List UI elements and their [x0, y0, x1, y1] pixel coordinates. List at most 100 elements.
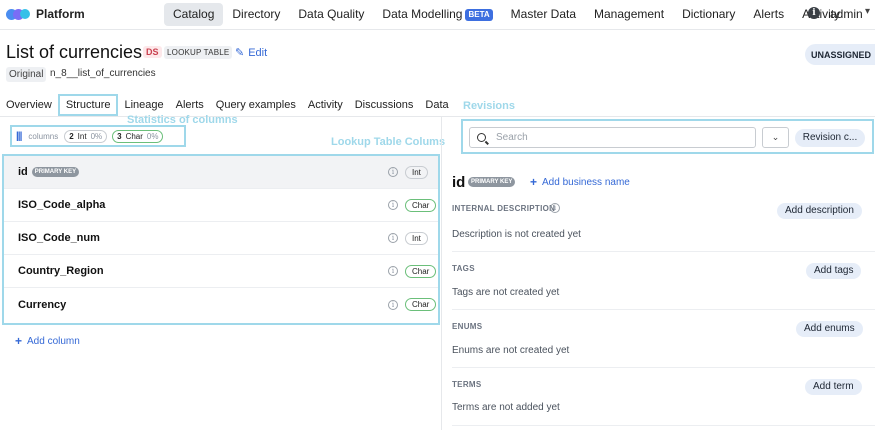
chevron-down-icon: ⌄ [771, 132, 780, 142]
search-icon [477, 133, 486, 142]
add-enums-button[interactable]: Add enums [796, 321, 863, 337]
add-tags-button[interactable]: Add tags [806, 263, 862, 279]
stat-int-count: 2 [69, 131, 74, 141]
column-row-iso-code-alpha[interactable]: ISO_Code_alpha i Char [4, 189, 438, 222]
entity-type-badge: LOOKUP TABLE [164, 46, 233, 59]
main-nav: Catalog Directory Data Quality Data Mode… [164, 2, 849, 26]
annotation-lookup-columns: Lookup Table Colums [331, 136, 446, 148]
chevron-down-icon[interactable]: ▾ [865, 6, 870, 17]
top-navigation: Platform Catalog Directory Data Quality … [0, 0, 875, 28]
divider [0, 29, 875, 30]
column-name: id [18, 166, 28, 178]
stat-char-count: 3 [117, 131, 122, 141]
info-icon[interactable]: i [388, 200, 398, 210]
add-column-label: Add column [27, 335, 80, 347]
page-title: List of currencies [6, 42, 143, 62]
plus-icon: + [15, 334, 23, 348]
beta-badge: BETA [465, 8, 493, 21]
column-type-badge: Char [405, 198, 437, 212]
ds-badge: DS [143, 46, 162, 58]
revision-dropdown[interactable]: ⌄ [762, 127, 789, 148]
add-term-button[interactable]: Add term [805, 379, 862, 395]
logo-icon [6, 8, 30, 20]
column-name: Currency [18, 298, 67, 311]
divider [452, 251, 875, 252]
nav-directory[interactable]: Directory [223, 3, 289, 26]
tab-overview[interactable]: Overview [6, 99, 52, 111]
stat-int-pct: 0% [90, 131, 103, 141]
tab-activity[interactable]: Activity [308, 99, 343, 111]
user-menu[interactable]: admin [830, 7, 863, 21]
column-row-country-region[interactable]: Country_Region i Char [4, 255, 438, 288]
primary-key-badge: PRIMARY KEY [31, 167, 80, 177]
pencil-icon: ✎ [235, 47, 245, 59]
owner-dropdown[interactable]: UNASSIGNED ⌄ [805, 44, 875, 65]
tab-query-examples[interactable]: Query examples [216, 99, 296, 111]
nav-catalog[interactable]: Catalog [164, 2, 224, 26]
nav-alerts[interactable]: Alerts [744, 3, 793, 26]
column-type-badge: Int [405, 231, 428, 245]
tab-discussions[interactable]: Discussions [355, 99, 414, 111]
selected-column-name: id [452, 174, 466, 191]
internal-description-label: INTERNAL DESCRIPTION [452, 204, 556, 213]
column-name: ISO_Code_alpha [18, 199, 106, 211]
tab-alerts[interactable]: Alerts [176, 99, 204, 111]
nav-data-quality[interactable]: Data Quality [289, 3, 373, 26]
info-icon[interactable]: i [388, 167, 398, 177]
stat-char-pct: 0% [146, 131, 159, 141]
columns-list: id PRIMARY KEY i Int ISO_Code_alpha i Ch… [2, 154, 440, 325]
info-icon[interactable]: i [388, 299, 398, 310]
enums-text: Enums are not created yet [452, 345, 570, 356]
search-field[interactable] [469, 127, 756, 148]
plus-icon: + [530, 175, 538, 189]
stat-int-type: Int [77, 131, 87, 141]
stats-label: columns [28, 131, 59, 141]
nav-dictionary[interactable]: Dictionary [673, 3, 744, 26]
info-icon[interactable]: i [388, 266, 398, 276]
add-description-button[interactable]: Add description [777, 203, 862, 219]
columns-icon: ||| [16, 130, 22, 142]
nav-data-modelling-label: Data Modelling [382, 6, 463, 21]
divider [452, 309, 875, 310]
stat-char-pill: 3 Char 0% [112, 129, 164, 143]
search-input[interactable] [496, 132, 736, 143]
column-type-badge: Char [405, 264, 437, 278]
original-badge: Original [6, 67, 47, 82]
add-business-name-label: Add business name [542, 176, 630, 188]
edit-label: Edit [248, 46, 268, 59]
tab-lineage[interactable]: Lineage [124, 99, 163, 111]
edit-button[interactable]: ✎ Edit [235, 46, 268, 60]
nav-master-data[interactable]: Master Data [502, 3, 585, 26]
divider [441, 117, 442, 430]
stat-int-pill: 2 Int 0% [64, 129, 108, 143]
divider [452, 367, 875, 368]
nav-data-modelling[interactable]: Data Modelling BETA [373, 3, 501, 26]
info-icon[interactable]: i [388, 233, 398, 243]
primary-key-badge: PRIMARY KEY [468, 177, 516, 187]
info-icon[interactable]: i [550, 203, 560, 213]
info-icon[interactable]: i [808, 7, 820, 19]
revisions-bar: ⌄ Revision c... [461, 119, 874, 154]
column-row-iso-code-num[interactable]: ISO_Code_num i Int [4, 222, 438, 255]
owner-label: UNASSIGNED [811, 49, 872, 60]
tab-structure[interactable]: Structure [57, 94, 119, 116]
column-type-badge: Char [405, 298, 437, 311]
column-row-currency[interactable]: Currency i Char [4, 288, 438, 321]
divider [452, 425, 875, 426]
column-name: Country_Region [18, 265, 104, 277]
column-type-badge: Int [405, 165, 428, 179]
tags-label: TAGS [452, 264, 475, 273]
app-name: Platform [36, 7, 85, 21]
column-row-id[interactable]: id PRIMARY KEY i Int [4, 156, 438, 189]
add-business-name-button[interactable]: + Add business name [530, 175, 630, 189]
stat-char-type: Char [125, 131, 143, 141]
annotation-revisions: Revisions [463, 100, 515, 112]
app-logo[interactable]: Platform [6, 7, 85, 21]
internal-description-text: Description is not created yet [452, 229, 581, 240]
nav-management[interactable]: Management [585, 3, 673, 26]
revision-button[interactable]: Revision c... [795, 129, 865, 147]
add-column-button[interactable]: + Add column [15, 334, 80, 348]
enums-label: ENUMS [452, 322, 483, 331]
column-name: ISO_Code_num [18, 232, 100, 244]
tab-data[interactable]: Data [425, 99, 448, 111]
